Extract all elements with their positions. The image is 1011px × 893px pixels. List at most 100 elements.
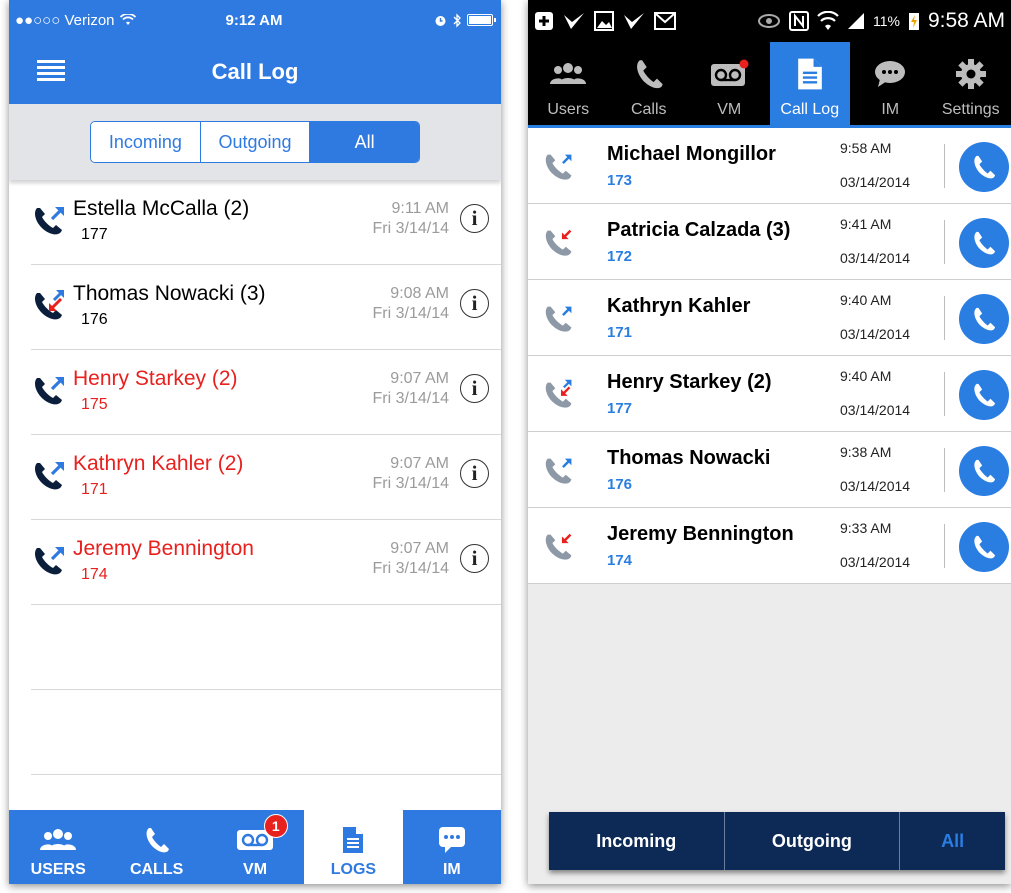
call-time: 9:07 AM — [390, 540, 449, 557]
call-log-row[interactable]: Patricia Calzada (3) 172 9:41 AM 03/14/2… — [528, 204, 1011, 280]
call-time: 9:40 AM — [840, 292, 892, 308]
outgoing-call-icon — [545, 306, 572, 332]
caller-name: Henry Starkey (2) — [73, 367, 238, 390]
phone-icon — [974, 231, 996, 255]
call-date: Fri 3/14/14 — [372, 390, 449, 407]
caller-extension: 174 — [607, 552, 633, 569]
empty-row — [31, 605, 501, 690]
image-notification-icon — [594, 11, 614, 31]
ios-phone-screen: ●●○○○ Verizon 9:12 AM Call Log Incoming … — [9, 0, 501, 884]
phone-icon — [636, 60, 663, 89]
tab-label: Call Log — [780, 101, 840, 118]
segment-outgoing[interactable]: Outgoing — [724, 812, 901, 870]
call-log-row[interactable]: Estella McCalla (2) 177 9:11 AM Fri 3/14… — [31, 180, 501, 265]
call-date: 03/14/2014 — [840, 554, 911, 570]
tab-label: Settings — [941, 101, 1000, 118]
call-log-row[interactable]: Jeremy Bennington 174 9:33 AM 03/14/2014 — [528, 508, 1011, 584]
call-back-button[interactable] — [959, 294, 1009, 344]
alarm-icon — [435, 15, 446, 26]
info-icon[interactable]: i — [460, 204, 489, 233]
call-log-row[interactable]: Jeremy Bennington 174 9:07 AM Fri 3/14/1… — [31, 520, 501, 605]
tab-calls[interactable]: CALLS — [107, 810, 205, 884]
tab-settings[interactable]: Settings — [931, 42, 1011, 125]
android-tab-bar: Users Calls VM Call Log IM Settings — [528, 42, 1011, 128]
battery-icon — [467, 14, 496, 26]
incoming-call-icon — [545, 229, 572, 256]
segment-all[interactable]: All — [900, 812, 1005, 870]
call-back-button[interactable] — [959, 446, 1009, 496]
segment-incoming[interactable]: Incoming — [549, 812, 725, 870]
call-log-row[interactable]: Thomas Nowacki (3) 176 9:08 AM Fri 3/14/… — [31, 265, 501, 350]
call-date: Fri 3/14/14 — [372, 220, 449, 237]
call-log-row[interactable]: Kathryn Kahler 171 9:40 AM 03/14/2014 — [528, 280, 1011, 356]
tab-label: Users — [547, 101, 590, 118]
caller-extension: 177 — [607, 400, 633, 417]
segment-bar: Incoming Outgoing All — [9, 104, 501, 180]
outgoing-call-icon — [35, 376, 65, 405]
call-log-row[interactable]: Henry Starkey (2) 175 9:07 AM Fri 3/14/1… — [31, 350, 501, 435]
call-time: 9:38 AM — [840, 444, 892, 460]
caller-extension: 177 — [81, 226, 108, 243]
call-log-row[interactable]: Thomas Nowacki 176 9:38 AM 03/14/2014 — [528, 432, 1011, 508]
info-icon[interactable]: i — [460, 544, 489, 573]
phone-icon — [146, 828, 169, 853]
users-icon — [40, 829, 77, 850]
chat-icon — [875, 61, 906, 87]
caller-extension: 171 — [81, 481, 108, 498]
tab-calls[interactable]: Calls — [609, 42, 690, 125]
segment-outgoing[interactable]: Outgoing — [200, 122, 311, 162]
tab-label: IM — [442, 861, 461, 878]
document-icon — [797, 58, 822, 90]
call-date: 03/14/2014 — [840, 326, 911, 342]
phone-icon — [974, 155, 996, 179]
tab-label: IM — [881, 101, 900, 118]
call-date: 03/14/2014 — [840, 402, 911, 418]
info-icon[interactable]: i — [460, 374, 489, 403]
tab-label: VM — [243, 861, 268, 878]
call-log-row[interactable]: Kathryn Kahler (2) 171 9:07 AM Fri 3/14/… — [31, 435, 501, 520]
call-date: 03/14/2014 — [840, 478, 911, 494]
tab-label: LOGS — [330, 861, 377, 878]
empty-row — [31, 690, 501, 775]
call-back-button[interactable] — [959, 142, 1009, 192]
segment-incoming[interactable]: Incoming — [91, 122, 201, 162]
call-time: 9:11 AM — [391, 200, 449, 217]
info-icon[interactable]: i — [460, 289, 489, 318]
tab-vm[interactable]: VM — [689, 42, 770, 125]
mixed-call-icon — [545, 379, 572, 408]
divider — [944, 220, 945, 264]
segment-all[interactable]: All — [310, 122, 419, 162]
phone-icon — [974, 307, 996, 331]
caller-name: Jeremy Bennington — [73, 537, 254, 560]
tab-call-log[interactable]: Call Log — [769, 42, 850, 125]
call-date: Fri 3/14/14 — [372, 305, 449, 322]
caller-name: Estella McCalla (2) — [73, 197, 250, 220]
gmail-icon — [654, 12, 676, 30]
divider — [944, 372, 945, 416]
call-back-button[interactable] — [959, 522, 1009, 572]
tab-im[interactable]: IM — [850, 42, 931, 125]
tab-vm[interactable]: 1 VM — [206, 810, 304, 884]
gear-icon — [955, 59, 986, 89]
tab-users[interactable]: Users — [528, 42, 609, 125]
android-phone-screen: 11% 9:58 AM Users Calls VM Call Log IM S… — [528, 0, 1011, 884]
incoming-call-icon — [545, 533, 572, 560]
mixed-call-icon — [35, 289, 65, 320]
tab-im[interactable]: IM — [403, 810, 501, 884]
tab-users[interactable]: USERS — [9, 810, 107, 884]
list-menu-icon[interactable] — [37, 60, 65, 82]
eye-icon — [757, 14, 780, 28]
info-icon[interactable]: i — [460, 459, 489, 488]
call-log-row[interactable]: Henry Starkey (2) 177 9:40 AM 03/14/2014 — [528, 356, 1011, 432]
call-log-list: Estella McCalla (2) 177 9:11 AM Fri 3/14… — [9, 180, 501, 775]
call-log-row[interactable]: Michael Mongillor 173 9:58 AM 03/14/2014 — [528, 128, 1011, 204]
tab-logs[interactable]: LOGS — [304, 810, 403, 884]
call-back-button[interactable] — [959, 218, 1009, 268]
caller-extension: 174 — [81, 566, 108, 583]
page-title: Call Log — [211, 59, 299, 84]
divider — [944, 296, 945, 340]
call-back-button[interactable] — [959, 370, 1009, 420]
call-time: 9:08 AM — [390, 285, 449, 302]
caller-name: Jeremy Bennington — [607, 523, 794, 545]
call-time: 9:33 AM — [840, 520, 892, 536]
